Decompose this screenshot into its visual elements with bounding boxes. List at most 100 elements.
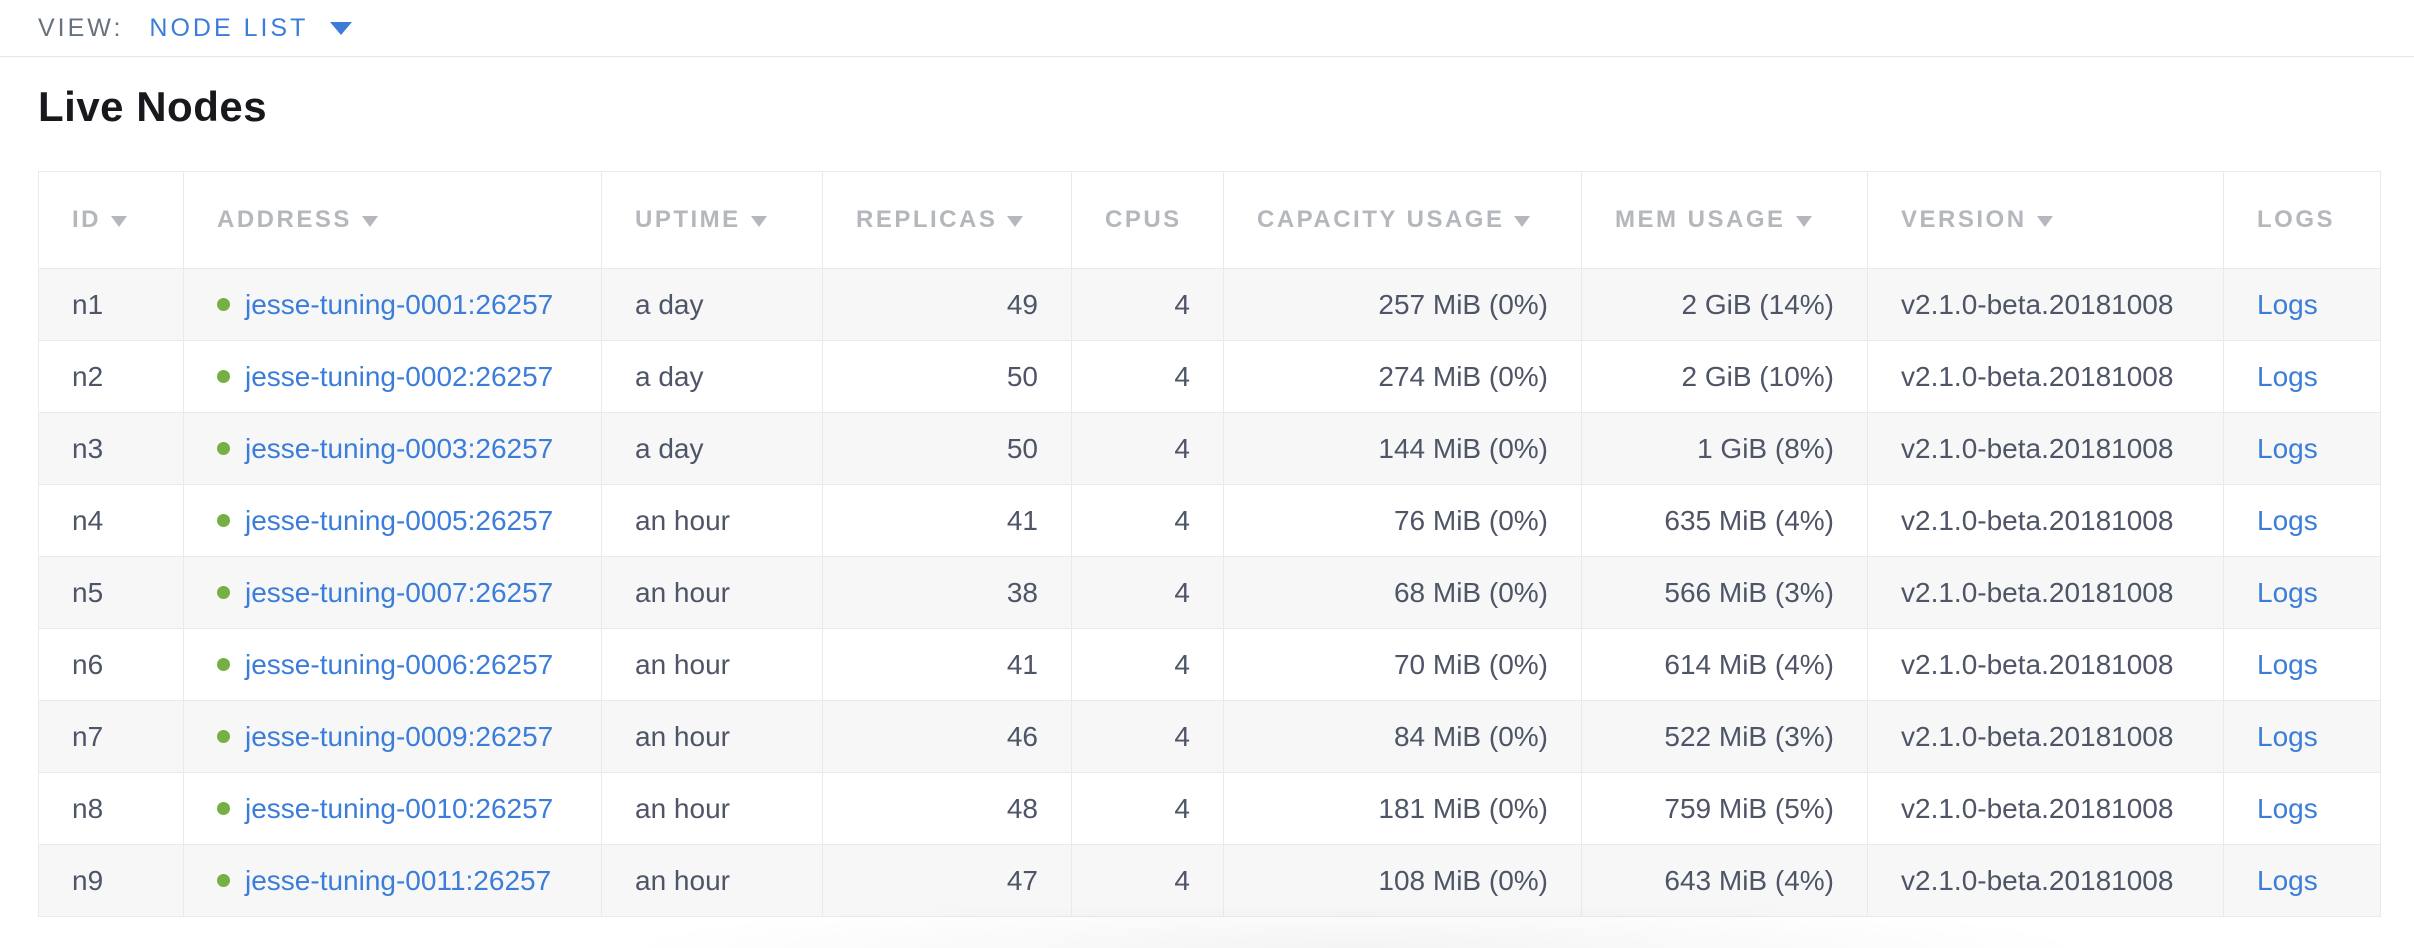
column-header-address[interactable]: ADDRESS	[184, 172, 602, 269]
cell-logs: Logs	[2224, 701, 2381, 773]
node-healthy-dot-icon	[217, 514, 230, 527]
node-healthy-dot-icon	[217, 802, 230, 815]
table-row: n1jesse-tuning-0001:26257a day494257 MiB…	[39, 269, 2381, 341]
column-header-mem[interactable]: MEM USAGE	[1582, 172, 1868, 269]
cell-capacity: 274 MiB (0%)	[1224, 341, 1582, 413]
column-header-uptime[interactable]: UPTIME	[602, 172, 823, 269]
cell-address: jesse-tuning-0002:26257	[184, 341, 602, 413]
cell-version: v2.1.0-beta.20181008	[1868, 701, 2224, 773]
view-selector-bar: VIEW: NODE LIST	[0, 0, 2414, 57]
logs-link[interactable]: Logs	[2257, 289, 2318, 320]
cell-replicas: 41	[823, 485, 1072, 557]
cell-capacity: 181 MiB (0%)	[1224, 773, 1582, 845]
cell-version: v2.1.0-beta.20181008	[1868, 557, 2224, 629]
node-address-link[interactable]: jesse-tuning-0007:26257	[245, 577, 553, 608]
cell-address: jesse-tuning-0006:26257	[184, 629, 602, 701]
sort-desc-icon	[1514, 216, 1530, 227]
cell-logs: Logs	[2224, 413, 2381, 485]
node-healthy-dot-icon	[217, 298, 230, 311]
cell-logs: Logs	[2224, 485, 2381, 557]
column-header-replicas[interactable]: REPLICAS	[823, 172, 1072, 269]
column-header-label: ID	[72, 206, 101, 233]
cell-capacity: 84 MiB (0%)	[1224, 701, 1582, 773]
logs-link[interactable]: Logs	[2257, 505, 2318, 536]
cell-address: jesse-tuning-0007:26257	[184, 557, 602, 629]
column-header-label: MEM USAGE	[1615, 206, 1786, 233]
logs-link[interactable]: Logs	[2257, 865, 2318, 896]
node-healthy-dot-icon	[217, 586, 230, 599]
cell-replicas: 50	[823, 341, 1072, 413]
logs-link[interactable]: Logs	[2257, 433, 2318, 464]
table-row: n3jesse-tuning-0003:26257a day504144 MiB…	[39, 413, 2381, 485]
cell-uptime: a day	[602, 341, 823, 413]
cell-address: jesse-tuning-0010:26257	[184, 773, 602, 845]
cell-id: n4	[39, 485, 184, 557]
column-header-id[interactable]: ID	[39, 172, 184, 269]
node-healthy-dot-icon	[217, 370, 230, 383]
cell-logs: Logs	[2224, 557, 2381, 629]
node-address-link[interactable]: jesse-tuning-0003:26257	[245, 433, 553, 464]
logs-link[interactable]: Logs	[2257, 649, 2318, 680]
node-address-link[interactable]: jesse-tuning-0002:26257	[245, 361, 553, 392]
column-header-capacity[interactable]: CAPACITY USAGE	[1224, 172, 1582, 269]
column-header-label: REPLICAS	[856, 206, 997, 233]
view-dropdown[interactable]: NODE LIST	[149, 14, 352, 43]
sort-desc-icon	[2037, 216, 2053, 227]
node-address-link[interactable]: jesse-tuning-0009:26257	[245, 721, 553, 752]
table-head: IDADDRESSUPTIMEREPLICASCPUSCAPACITY USAG…	[39, 172, 2381, 269]
cell-mem: 635 MiB (4%)	[1582, 485, 1868, 557]
table-row: n7jesse-tuning-0009:26257an hour46484 Mi…	[39, 701, 2381, 773]
logs-link[interactable]: Logs	[2257, 361, 2318, 392]
table-row: n5jesse-tuning-0007:26257an hour38468 Mi…	[39, 557, 2381, 629]
cell-cpus: 4	[1072, 269, 1224, 341]
chevron-down-icon	[330, 22, 352, 35]
cell-address: jesse-tuning-0011:26257	[184, 845, 602, 917]
node-address-link[interactable]: jesse-tuning-0011:26257	[245, 865, 551, 896]
cell-uptime: an hour	[602, 629, 823, 701]
node-address-link[interactable]: jesse-tuning-0005:26257	[245, 505, 553, 536]
logs-link[interactable]: Logs	[2257, 721, 2318, 752]
cell-id: n1	[39, 269, 184, 341]
node-address-link[interactable]: jesse-tuning-0006:26257	[245, 649, 553, 680]
cell-id: n8	[39, 773, 184, 845]
cell-uptime: an hour	[602, 701, 823, 773]
cell-address: jesse-tuning-0003:26257	[184, 413, 602, 485]
cell-version: v2.1.0-beta.20181008	[1868, 629, 2224, 701]
cell-mem: 566 MiB (3%)	[1582, 557, 1868, 629]
cell-logs: Logs	[2224, 269, 2381, 341]
cell-mem: 2 GiB (14%)	[1582, 269, 1868, 341]
cell-replicas: 41	[823, 629, 1072, 701]
cell-cpus: 4	[1072, 845, 1224, 917]
view-dropdown-selected: NODE LIST	[149, 14, 308, 43]
column-header-label: LOGS	[2257, 206, 2335, 233]
cell-uptime: an hour	[602, 845, 823, 917]
node-healthy-dot-icon	[217, 658, 230, 671]
node-address-link[interactable]: jesse-tuning-0001:26257	[245, 289, 553, 320]
table-row: n6jesse-tuning-0006:26257an hour41470 Mi…	[39, 629, 2381, 701]
cell-address: jesse-tuning-0005:26257	[184, 485, 602, 557]
cell-capacity: 108 MiB (0%)	[1224, 845, 1582, 917]
table-body: n1jesse-tuning-0001:26257a day494257 MiB…	[39, 269, 2381, 917]
table-row: n8jesse-tuning-0010:26257an hour484181 M…	[39, 773, 2381, 845]
cell-replicas: 47	[823, 845, 1072, 917]
node-healthy-dot-icon	[217, 874, 230, 887]
logs-link[interactable]: Logs	[2257, 577, 2318, 608]
cell-replicas: 38	[823, 557, 1072, 629]
cell-cpus: 4	[1072, 629, 1224, 701]
column-header-label: VERSION	[1901, 206, 2027, 233]
sort-desc-icon	[111, 216, 127, 227]
table-row: n9jesse-tuning-0011:26257an hour474108 M…	[39, 845, 2381, 917]
node-address-link[interactable]: jesse-tuning-0010:26257	[245, 793, 553, 824]
cell-address: jesse-tuning-0001:26257	[184, 269, 602, 341]
cell-mem: 643 MiB (4%)	[1582, 845, 1868, 917]
sort-desc-icon	[1796, 216, 1812, 227]
cell-capacity: 68 MiB (0%)	[1224, 557, 1582, 629]
view-label: VIEW:	[38, 14, 123, 43]
column-header-version[interactable]: VERSION	[1868, 172, 2224, 269]
cell-address: jesse-tuning-0009:26257	[184, 701, 602, 773]
cell-version: v2.1.0-beta.20181008	[1868, 845, 2224, 917]
node-healthy-dot-icon	[217, 442, 230, 455]
logs-link[interactable]: Logs	[2257, 793, 2318, 824]
cell-logs: Logs	[2224, 629, 2381, 701]
cell-capacity: 144 MiB (0%)	[1224, 413, 1582, 485]
